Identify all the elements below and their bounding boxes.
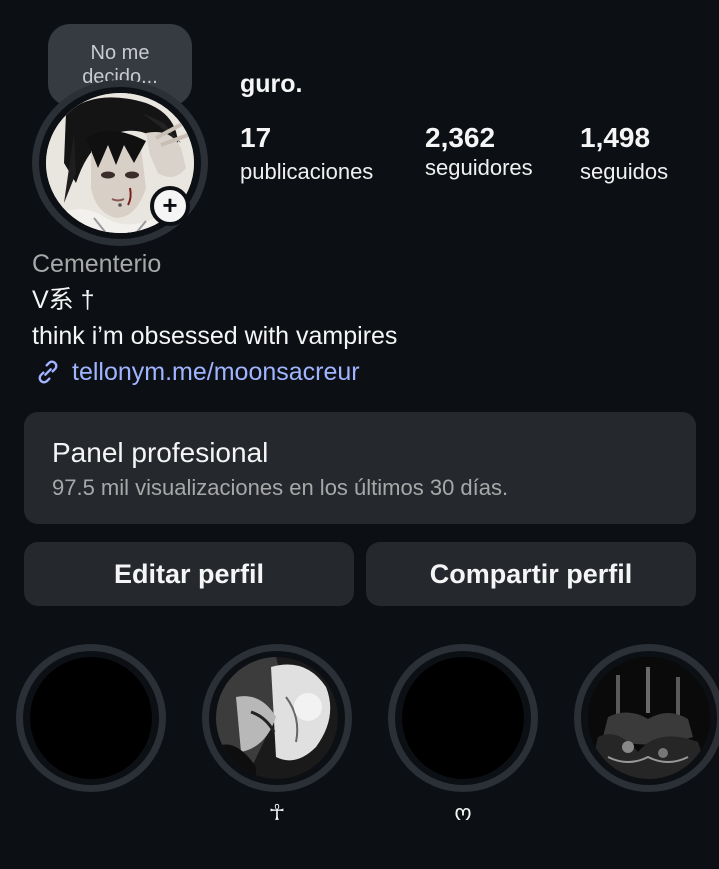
stat-following[interactable]: 1,498 seguidos [580, 120, 668, 186]
highlight-cover-1 [30, 657, 152, 779]
highlight-cover-2 [216, 657, 338, 779]
bio: Cementerio V系 † think i’m obsessed with … [32, 246, 397, 390]
stat-posts[interactable]: 17 publicaciones [240, 120, 373, 186]
add-story-button[interactable]: + [150, 186, 190, 226]
link-icon [38, 360, 58, 384]
plus-icon: + [162, 190, 178, 220]
followers-label: seguidores [425, 155, 533, 180]
highlight-3[interactable] [388, 644, 538, 792]
professional-dashboard[interactable]: Panel profesional 97.5 mil visualizacion… [24, 412, 696, 524]
following-count: 1,498 [580, 122, 651, 153]
following-label: seguidos [580, 159, 669, 184]
bio-category: Cementerio [32, 250, 162, 278]
highlight-label-2: ☥ [268, 801, 286, 826]
bio-link-text[interactable]: tellonym.me/moonsacreur [72, 354, 360, 390]
highlight-4[interactable] [574, 644, 719, 792]
highlight-1[interactable] [16, 644, 166, 792]
bio-line-2: think i’m obsessed with vampires [32, 322, 398, 350]
bio-link[interactable]: tellonym.me/moonsacreur [32, 354, 397, 390]
stat-followers[interactable]: 2,362 seguidores [425, 120, 533, 182]
followers-count: 2,362 [425, 122, 496, 153]
highlight-2[interactable] [202, 644, 352, 792]
posts-count: 17 [240, 122, 272, 153]
share-profile-button[interactable]: Compartir perfil [366, 542, 696, 606]
username: guro. [240, 70, 303, 98]
edit-profile-button[interactable]: Editar perfil [24, 542, 354, 606]
bio-line-1: V系 † [32, 286, 95, 314]
panel-title: Panel profesional [52, 437, 269, 468]
highlight-cover-3 [402, 657, 524, 779]
highlight-cover-4 [588, 657, 710, 779]
panel-subtitle: 97.5 mil visualizaciones en los últimos … [52, 475, 509, 500]
posts-label: publicaciones [240, 159, 374, 184]
highlight-label-3: ო [454, 801, 472, 826]
